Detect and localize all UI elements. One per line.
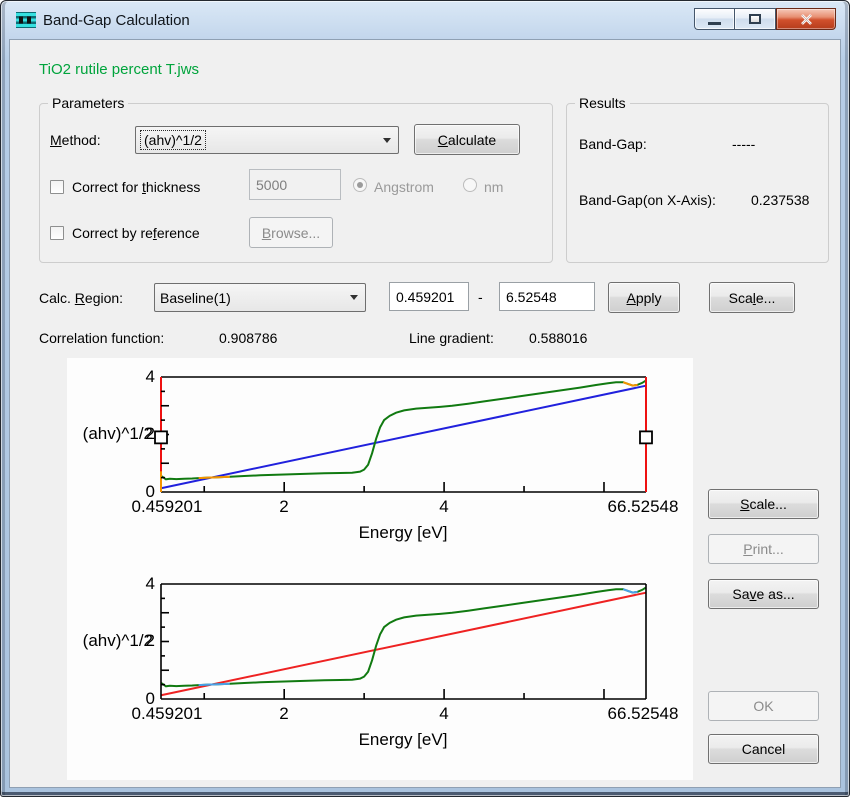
- x-tick-label: 2: [279, 704, 288, 724]
- line-gradient-value: 0.588016: [529, 330, 587, 346]
- calc-region-dropdown[interactable]: Baseline(1): [154, 283, 366, 312]
- scale-button[interactable]: Scale...: [708, 489, 819, 519]
- method-dropdown[interactable]: (ahv)^1/2: [135, 126, 399, 154]
- parameters-group: Parameters Method: (ahv)^1/2 Calculate C…: [39, 103, 553, 263]
- correlation-value: 0.908786: [219, 330, 277, 346]
- absorption-spectrum: [161, 588, 645, 687]
- nm-radio-label[interactable]: nm: [484, 179, 503, 195]
- bandgap-label: Band-Gap:: [579, 136, 647, 152]
- minimize-button[interactable]: [694, 8, 734, 30]
- y-axis-label: (ahv)^1/2: [73, 424, 153, 444]
- x-tick-label: 4: [439, 704, 448, 724]
- region-from-input[interactable]: [389, 282, 469, 311]
- calc-region-value: Baseline(1): [160, 290, 231, 306]
- maximize-icon: [749, 14, 761, 24]
- reference-checkbox-label[interactable]: Correct by reference: [72, 225, 200, 241]
- ok-button[interactable]: OK: [708, 691, 819, 721]
- region-separator: -: [478, 289, 483, 305]
- bandgap-x-axis-label: Band-Gap(on X-Axis):: [579, 192, 716, 208]
- x-tick-label: 0.459201: [132, 497, 203, 517]
- absorption-spectrum: [161, 381, 645, 480]
- method-label: Method:: [50, 132, 101, 148]
- band-gap-dialog: Band-Gap Calculation TiO2 rutile percent…: [0, 0, 850, 797]
- file-label: TiO2 rutile percent T.jws: [39, 61, 199, 78]
- calculate-button[interactable]: Calculate: [414, 124, 520, 155]
- close-icon: [800, 14, 813, 25]
- angstrom-radio[interactable]: [353, 178, 367, 192]
- x-tick-label: 4: [439, 497, 448, 517]
- x-tick-label: 0.459201: [132, 704, 203, 724]
- reference-checkbox[interactable]: [50, 226, 64, 240]
- close-button[interactable]: [776, 8, 836, 30]
- region-handle-left[interactable]: [155, 431, 167, 443]
- x-axis-label: Energy [eV]: [359, 730, 448, 750]
- fit-overlap-low: [199, 477, 230, 478]
- maximize-button[interactable]: [734, 8, 776, 30]
- bandgap-chart-preview: [161, 584, 646, 699]
- parameters-legend: Parameters: [48, 95, 128, 111]
- browse-button[interactable]: Browse...: [249, 217, 333, 248]
- method-value: (ahv)^1/2: [141, 131, 205, 149]
- window-title: Band-Gap Calculation: [43, 12, 190, 29]
- bandgap-chart-interactive[interactable]: [161, 377, 646, 492]
- nm-radio[interactable]: [463, 178, 477, 192]
- save-as-button[interactable]: Save as...: [708, 579, 819, 609]
- thickness-input[interactable]: [249, 169, 341, 200]
- y-tick-label: 4: [107, 574, 155, 594]
- correlation-label: Correlation function:: [39, 330, 164, 346]
- calc-region-label: Calc. Region:: [39, 290, 123, 306]
- x-axis-label: Energy [eV]: [359, 523, 448, 543]
- cancel-button[interactable]: Cancel: [708, 734, 819, 764]
- chart-panel: 4 2 0 (ahv)^1/2 0.459201 2 4 66.52548 En…: [67, 358, 693, 780]
- thickness-checkbox-label[interactable]: Correct for thickness: [72, 179, 200, 195]
- apply-button[interactable]: Apply: [608, 282, 680, 313]
- window-controls: [694, 8, 836, 30]
- thickness-checkbox[interactable]: [50, 180, 64, 194]
- results-legend: Results: [575, 95, 630, 111]
- bandgap-x-axis-value: 0.237538: [751, 192, 809, 208]
- print-button[interactable]: Print...: [708, 534, 819, 564]
- minimize-icon: [708, 22, 721, 25]
- region-to-input[interactable]: [499, 282, 595, 311]
- chevron-down-icon: [343, 284, 365, 311]
- y-tick-label: 4: [107, 367, 155, 387]
- y-axis-label: (ahv)^1/2: [73, 631, 153, 651]
- linear-fit: [161, 386, 646, 489]
- fit-overlap-low: [199, 684, 230, 685]
- linear-fit: [161, 593, 646, 696]
- x-tick-label: 2: [279, 497, 288, 517]
- app-icon: [16, 12, 36, 28]
- results-group: Results Band-Gap: ----- Band-Gap(on X-Ax…: [566, 103, 829, 263]
- fit-overlap-high: [623, 589, 637, 592]
- bandgap-value: -----: [732, 136, 755, 152]
- x-tick-label: 66.52548: [608, 497, 679, 517]
- fit-overlap-high: [623, 382, 637, 385]
- angstrom-radio-label[interactable]: Angstrom: [374, 179, 434, 195]
- region-handle-right[interactable]: [640, 431, 652, 443]
- chevron-down-icon: [376, 127, 398, 153]
- scale-region-button[interactable]: Scale...: [709, 282, 795, 313]
- x-tick-label: 66.52548: [608, 704, 679, 724]
- line-gradient-label: Line gradient:: [409, 330, 494, 346]
